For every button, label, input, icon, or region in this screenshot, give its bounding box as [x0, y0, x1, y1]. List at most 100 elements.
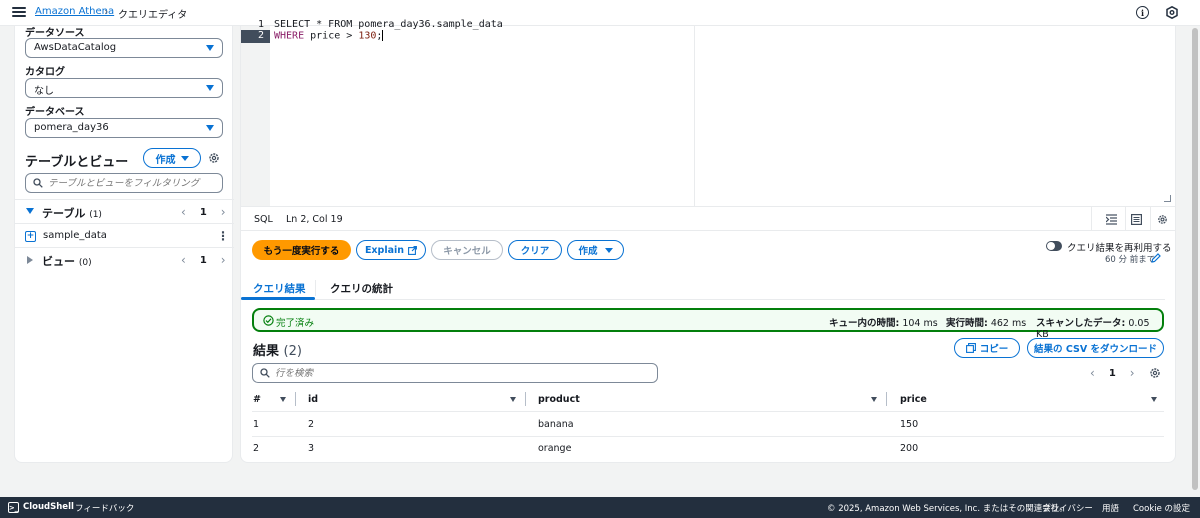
settings-icon[interactable]	[1166, 6, 1178, 19]
shortcuts-icon[interactable]	[1131, 214, 1142, 225]
column-header-id[interactable]: id	[308, 394, 318, 405]
views-group-label[interactable]: ビュー (0)	[42, 253, 92, 269]
feedback-link[interactable]: フィードバック	[75, 502, 134, 514]
reuse-results-toggle[interactable]	[1046, 241, 1062, 251]
column-resizer[interactable]	[295, 392, 296, 406]
results-title: 結果 (2)	[253, 340, 302, 359]
column-header-index[interactable]: #	[253, 394, 261, 405]
search-icon	[260, 368, 270, 378]
database-select[interactable]: pomera_day36	[25, 118, 223, 138]
divider	[15, 247, 234, 248]
menu-icon[interactable]	[12, 5, 26, 19]
table-item-sample-data[interactable]: sample_data	[43, 230, 107, 241]
sort-icon[interactable]	[1151, 397, 1157, 402]
page-scrollbar[interactable]	[1190, 26, 1200, 496]
query-results-panel: もう一度実行する Explain キャンセル クリア 作成 クエリ結果を再利用す…	[240, 231, 1176, 463]
queue-time-value: 104 ms	[902, 318, 938, 329]
gear-icon[interactable]	[1157, 214, 1168, 225]
reuse-results-window: 60 分 前まで	[1105, 255, 1156, 265]
scrollbar-thumb[interactable]	[1192, 28, 1198, 490]
download-csv-button[interactable]: 結果の CSV をダウンロード	[1027, 338, 1164, 358]
explain-button[interactable]: Explain	[356, 240, 426, 260]
terms-link[interactable]: 用語	[1102, 502, 1119, 514]
table-cell: 2	[308, 419, 315, 430]
table-filter-input[interactable]	[48, 176, 218, 190]
database-label: データベース	[25, 107, 85, 118]
cloudshell-link[interactable]: CloudShell	[23, 502, 74, 512]
divider	[252, 411, 1164, 412]
chevron-left-icon[interactable]: ‹	[181, 253, 186, 267]
external-link-icon	[408, 245, 417, 255]
caret-down-icon	[604, 247, 613, 253]
catalog-label: カタログ	[25, 67, 65, 78]
column-header-price[interactable]: price	[900, 394, 927, 405]
tab-query-stats[interactable]: クエリの統計	[330, 281, 393, 296]
column-header-product[interactable]: product	[538, 394, 580, 405]
sql-operator: >	[346, 30, 353, 42]
sidebar-panel: データソース AwsDataCatalog カタログ なし データベース pom…	[14, 26, 234, 463]
rerun-button[interactable]: もう一度実行する	[252, 240, 351, 260]
create-dropdown-button[interactable]: 作成	[143, 148, 201, 168]
table-filter-field[interactable]	[25, 173, 223, 193]
gear-icon[interactable]	[208, 152, 220, 164]
status-text: 完了済み	[276, 318, 315, 329]
sort-icon[interactable]	[871, 397, 877, 402]
datasource-select[interactable]: AwsDataCatalog	[25, 38, 223, 58]
code-line-2: WHERE price > 130;	[274, 30, 384, 42]
check-circle-icon	[263, 315, 274, 326]
divider	[315, 280, 316, 296]
table-cell: 1	[253, 419, 260, 430]
clear-button[interactable]: クリア	[508, 240, 562, 260]
views-label-text: ビュー	[42, 255, 75, 268]
gear-icon[interactable]	[1149, 367, 1161, 379]
copy-button[interactable]: コピー	[954, 338, 1020, 358]
cookie-settings-link[interactable]: Cookie の設定	[1133, 502, 1190, 514]
chevron-left-icon[interactable]: ‹	[1090, 366, 1095, 380]
sql-number: 130	[358, 30, 377, 42]
column-resizer[interactable]	[886, 392, 887, 406]
catalog-select[interactable]: なし	[25, 78, 223, 98]
resize-handle-icon[interactable]	[1164, 195, 1171, 202]
tables-page: 1	[199, 206, 207, 218]
tables-pager: ‹ 1 ›	[181, 205, 226, 219]
results-pager: ‹ 1 ›	[1090, 366, 1135, 380]
caret-down-icon[interactable]	[26, 208, 34, 214]
chevron-right-icon[interactable]: ›	[221, 205, 226, 219]
create-menu-label: 作成	[578, 246, 598, 257]
database-value: pomera_day36	[34, 122, 109, 133]
editor-language: SQL	[254, 214, 273, 225]
data-scanned-label: スキャンしたデータ:	[1036, 318, 1126, 329]
format-indent-icon[interactable]	[1106, 214, 1117, 225]
sql-editor[interactable]: 1 2 SELECT * FROM pomera_day36.sample_da…	[240, 19, 1176, 206]
table-cell: 200	[900, 443, 919, 454]
sort-icon[interactable]	[510, 397, 516, 402]
cloudshell-icon[interactable]: >_	[8, 502, 19, 513]
datasource-value: AwsDataCatalog	[34, 42, 117, 53]
privacy-link[interactable]: プライバシー	[1042, 502, 1093, 514]
more-actions-icon[interactable]: ⋮	[217, 229, 229, 243]
create-menu-button[interactable]: 作成	[567, 240, 624, 260]
table-cell: banana	[538, 419, 574, 430]
print-margin	[694, 26, 695, 206]
results-count: (2)	[283, 344, 302, 359]
chevron-right-icon[interactable]: ›	[1130, 366, 1135, 380]
edit-icon[interactable]	[1151, 253, 1161, 263]
column-resizer[interactable]	[525, 392, 526, 406]
tab-query-results[interactable]: クエリ結果	[253, 281, 306, 296]
divider	[252, 436, 1164, 437]
editor-status-bar: SQL Ln 2, Col 19	[240, 206, 1176, 232]
sort-icon[interactable]	[280, 397, 286, 402]
tables-group-label[interactable]: テーブル (1)	[42, 205, 102, 221]
datasource-label: データソース	[25, 28, 85, 39]
sql-field: price	[304, 30, 347, 42]
cancel-button[interactable]: キャンセル	[431, 240, 503, 260]
row-search-field[interactable]	[252, 363, 658, 383]
chevron-right-icon[interactable]: ›	[221, 253, 226, 267]
breadcrumb-athena-link[interactable]: Amazon Athena	[35, 6, 114, 17]
info-icon[interactable]: i	[1136, 6, 1149, 19]
row-search-input[interactable]	[275, 366, 645, 380]
caret-right-icon[interactable]	[27, 256, 33, 264]
chevron-left-icon[interactable]: ‹	[181, 205, 186, 219]
sql-keyword: WHERE	[274, 30, 305, 42]
queue-time-label: キュー内の時間:	[829, 318, 900, 329]
